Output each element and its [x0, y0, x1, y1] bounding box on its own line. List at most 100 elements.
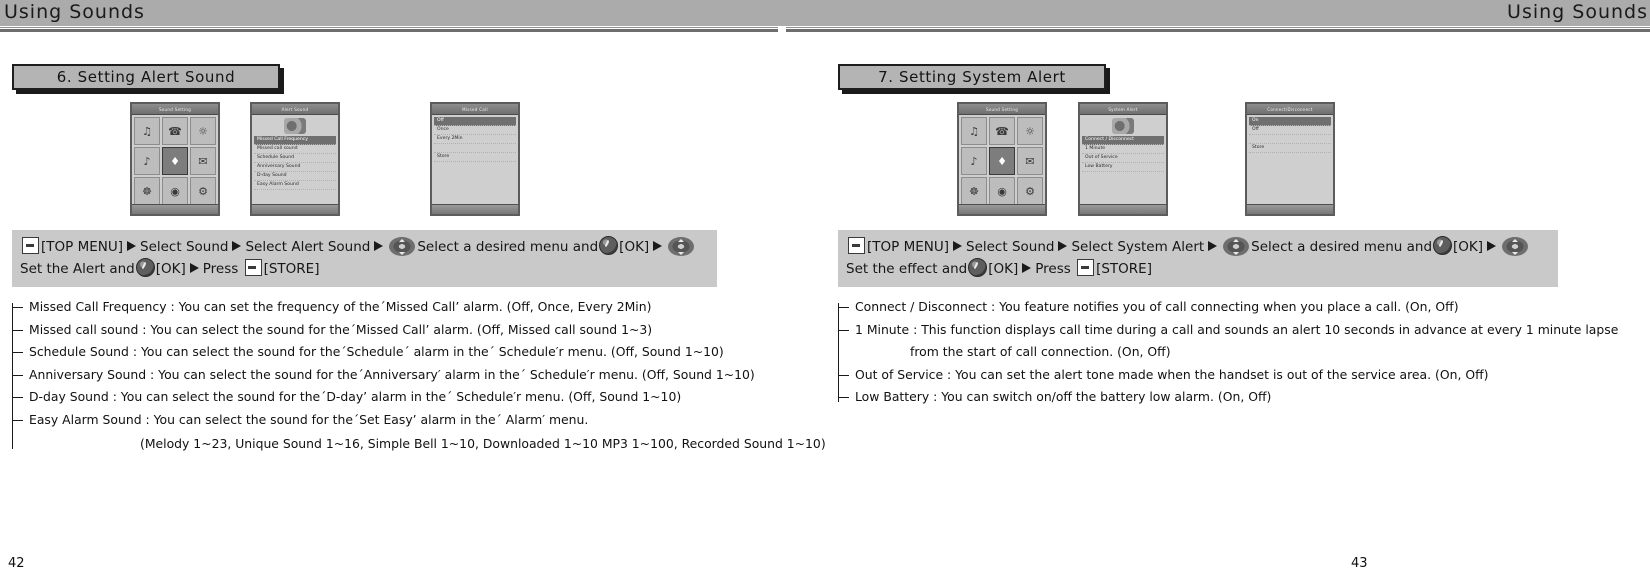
list-item: Out of Service : You can set the alert t…: [838, 364, 1650, 387]
speaker-icon: [1112, 118, 1134, 134]
header-rule-left-thin: [0, 27, 778, 28]
section-title-plate-right: 7. Setting System Alert: [838, 64, 1110, 94]
phone-list-item: Missed call sound: [254, 145, 336, 154]
phone-list-item: [434, 144, 516, 153]
right-arrow-icon: [127, 241, 136, 251]
step-press-label: Press: [202, 261, 239, 277]
phone-grid-cell-selected: ♦: [162, 147, 188, 175]
navigation-key-icon[interactable]: [389, 237, 416, 256]
navigation-key-icon[interactable]: [1502, 237, 1529, 256]
dash-icon: [12, 352, 23, 353]
step-select-system-alert: Select System Alert: [1071, 239, 1205, 255]
phone-list-item: Anniversary Sound: [254, 163, 336, 172]
phone-list-item: Off: [434, 117, 516, 126]
phone-list-item: Once: [434, 126, 516, 135]
softkey-icon[interactable]: [848, 237, 865, 254]
dash-icon: [838, 329, 849, 331]
list-item-text: Anniversary Sound : You can select the s…: [29, 366, 755, 382]
softkey-icon[interactable]: [22, 237, 39, 254]
phone-lcd-title: Sound Setting: [959, 104, 1045, 115]
phone-list-item: [1249, 135, 1331, 144]
section-plate-label: 6. Setting Alert Sound: [12, 64, 280, 90]
list-item: Missed call sound : You can select the s…: [12, 319, 825, 342]
phone-softkey-bar: [1080, 204, 1166, 214]
step-set-effect: Set the effect and: [846, 261, 968, 277]
phone-icon-grid: ♫ ☎ ☼ ♪ ♦ ✉ ☸ ◉ ⚙: [134, 117, 216, 205]
header-rule-right-thin: [786, 27, 1650, 28]
phone-grid-cell: ☸: [961, 177, 987, 205]
page-number-right: 43: [1351, 556, 1368, 571]
step-ok-label-2: [OK]: [155, 261, 186, 277]
phone-grid-cell-selected: ♦: [989, 147, 1015, 175]
right-arrow-icon: [1022, 263, 1032, 273]
phone-list-item: Low Battery: [1082, 163, 1164, 172]
section-title-plate-left: 6. Setting Alert Sound: [12, 64, 284, 94]
phone-icon-grid: ♫ ☎ ☼ ♪ ♦ ✉ ☸ ◉ ⚙: [961, 117, 1043, 205]
speaker-icon: [284, 118, 306, 134]
phone-list-item: Store: [434, 153, 516, 162]
phone-lcd-title: System Alert: [1080, 104, 1166, 115]
header-title-left: Using Sounds: [4, 1, 145, 23]
phone-grid-cell: ☼: [1017, 117, 1043, 145]
list-item: Missed Call Frequency : You can set the …: [12, 296, 825, 319]
dash-icon: [12, 307, 23, 308]
right-arrow-icon: [1058, 241, 1068, 251]
page-left: 6. Setting Alert Sound Sound Setting ♫ ☎…: [0, 34, 826, 456]
list-item: Schedule Sound : You can select the soun…: [12, 341, 825, 364]
step-select-alert-sound: Select Alert Sound: [245, 239, 371, 255]
phone-list-item: Store: [1249, 144, 1331, 153]
dash-icon: [12, 329, 23, 331]
right-arrow-icon: [953, 241, 962, 251]
ok-key-icon[interactable]: [968, 258, 988, 277]
phone-list-item: Off: [1249, 126, 1331, 135]
list-item: 1 Minute : This function displays call t…: [838, 319, 1650, 342]
ok-key-icon[interactable]: [1433, 236, 1453, 255]
right-arrow-icon: [1208, 241, 1218, 251]
dash-icon: [12, 419, 23, 421]
phone-grid-cell: ☼: [190, 117, 216, 145]
phone-lcd-title: Connect/Disconnect: [1247, 104, 1333, 115]
list-item-text: Missed call sound : You can select the s…: [29, 321, 653, 337]
dash-icon: [838, 397, 849, 398]
phone-lcd-body: Off Once Every 2Min Store: [432, 115, 518, 214]
bullet-list-left: Missed Call Frequency : You can set the …: [12, 296, 826, 456]
phone-screenshots-left: Sound Setting ♫ ☎ ☼ ♪ ♦ ✉ ☸ ◉ ⚙ Alert So…: [0, 102, 825, 220]
softkey-icon[interactable]: [1077, 259, 1095, 276]
phone-softkey-bar: [432, 204, 518, 214]
list-item-text: Connect / Disconnect : You feature notif…: [855, 299, 1459, 314]
phone-grid-cell: ◉: [989, 177, 1015, 205]
right-arrow-icon: [189, 263, 199, 273]
step-select-desired-menu: Select a desired menu and: [1251, 239, 1433, 255]
navigation-key-icon[interactable]: [668, 237, 695, 256]
phone-grid-cell: ♫: [961, 117, 987, 145]
phone-screenshot-system-alert-list: System Alert Connect / Disconnect 1 Minu…: [1078, 102, 1168, 216]
phone-list-item: 1 Minute: [1082, 145, 1164, 154]
navigation-key-icon[interactable]: [1223, 237, 1250, 256]
header-rule-right: [786, 29, 1650, 32]
phone-grid-cell: ♪: [961, 147, 987, 175]
phone-list-item: Easy Alarm Sound: [254, 181, 336, 190]
list-item-text: Schedule Sound : You can select the soun…: [29, 344, 724, 359]
list-item-text: D-day Sound : You can select the sound f…: [29, 389, 682, 404]
phone-grid-cell: ✉: [190, 147, 216, 175]
phone-grid-cell: ♪: [134, 147, 160, 175]
ok-key-icon[interactable]: [135, 258, 155, 277]
right-arrow-icon: [653, 241, 663, 251]
phone-softkey-bar: [1247, 204, 1333, 214]
list-item-text: Easy Alarm Sound : You can select the so…: [29, 411, 589, 427]
list-item-note: (Melody 1~23, Unique Sound 1~16, Simple …: [140, 436, 826, 451]
dash-icon: [838, 307, 849, 308]
phone-lcd-body: Connect / Disconnect 1 Minute Out of Ser…: [1080, 115, 1166, 214]
list-item-text: 1 Minute : This function displays call t…: [855, 321, 1619, 337]
page-right: 7. Setting System Alert Sound Setting ♫ …: [825, 34, 1650, 409]
phone-lcd-body: Missed Call Frequency Missed call sound …: [252, 115, 338, 214]
phone-screenshots-right: Sound Setting ♫ ☎ ☼ ♪ ♦ ✉ ☸ ◉ ⚙ System A…: [825, 102, 1650, 220]
softkey-icon[interactable]: [244, 259, 262, 276]
phone-list-item: Connect / Disconnect: [1082, 136, 1164, 145]
right-arrow-icon: [374, 241, 384, 251]
step-ok-label-2: [OK]: [988, 261, 1019, 277]
phone-lcd-body: On Off Store: [1247, 115, 1333, 214]
phone-screenshot-sound-menu: Sound Setting ♫ ☎ ☼ ♪ ♦ ✉ ☸ ◉ ⚙: [130, 102, 220, 216]
list-item: Connect / Disconnect : You feature notif…: [838, 296, 1650, 319]
ok-key-icon[interactable]: [599, 236, 619, 255]
